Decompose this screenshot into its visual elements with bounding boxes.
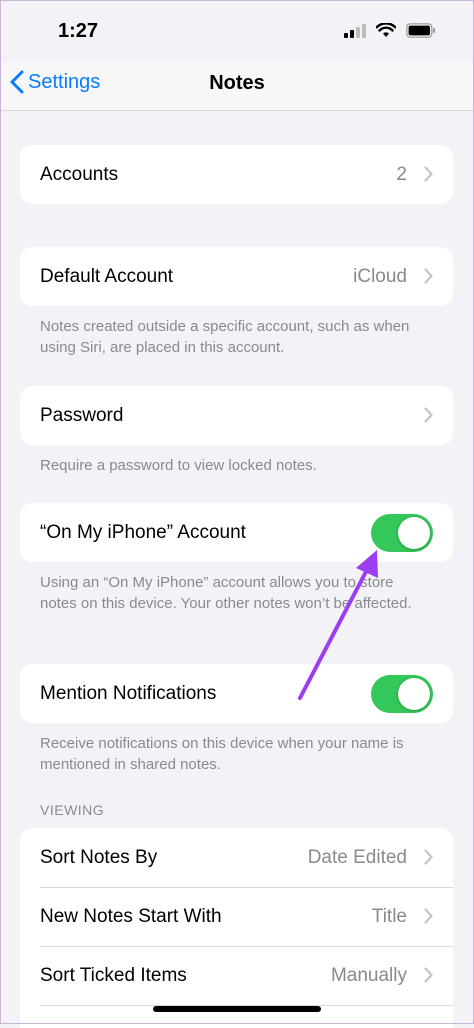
sort-ticked-items-label: Sort Ticked Items <box>40 964 187 986</box>
mention-notifications-label: Mention Notifications <box>40 682 217 704</box>
password-label: Password <box>40 404 124 426</box>
signal-icon <box>344 23 366 38</box>
password-card: Password <box>20 386 453 445</box>
accounts-row[interactable]: Accounts 2 <box>20 145 453 204</box>
section-header-viewing: VIEWING <box>40 802 105 818</box>
toggle-knob <box>398 678 430 710</box>
accounts-label: Accounts <box>40 163 119 185</box>
new-notes-start-with-label: New Notes Start With <box>40 905 222 927</box>
page-title: Notes <box>209 72 265 94</box>
default-account-label: Default Account <box>40 265 174 287</box>
default-account-value: iCloud <box>353 265 407 287</box>
new-notes-start-with-value: Title <box>371 905 407 927</box>
home-indicator <box>153 1006 321 1012</box>
status-bar: 1:27 <box>0 0 474 62</box>
battery-icon <box>406 23 435 38</box>
on-my-iphone-label: “On My iPhone” Account <box>40 521 246 543</box>
status-time: 1:27 <box>58 20 99 42</box>
chevron-right-icon <box>424 908 433 924</box>
navigation-bar: Settings Notes <box>0 62 474 111</box>
accounts-card: Accounts 2 <box>20 145 453 204</box>
toggle-knob <box>398 517 430 549</box>
chevron-right-icon <box>424 407 433 423</box>
sort-ticked-items-row[interactable]: Sort Ticked Items Manually <box>20 946 453 1005</box>
chevron-right-icon <box>424 849 433 865</box>
sort-notes-by-row[interactable]: Sort Notes By Date Edited <box>20 828 453 887</box>
sort-notes-by-label: Sort Notes By <box>40 846 158 868</box>
sort-notes-by-value: Date Edited <box>307 846 407 868</box>
password-footer: Require a password to view locked notes. <box>40 457 317 474</box>
sort-ticked-items-value: Manually <box>330 964 407 986</box>
accounts-count: 2 <box>396 163 407 185</box>
password-row[interactable]: Password <box>20 386 453 445</box>
chevron-right-icon <box>424 166 433 182</box>
chevron-right-icon <box>424 967 433 983</box>
default-account-card: Default Account iCloud <box>20 247 453 306</box>
annotation-arrow-icon <box>298 550 378 700</box>
new-notes-start-with-row[interactable]: New Notes Start With Title <box>20 887 453 946</box>
default-account-row[interactable]: Default Account iCloud <box>20 247 453 306</box>
mention-notifications-footer: Receive notifications on this device whe… <box>40 735 404 773</box>
viewing-card: Sort Notes By Date Edited New Notes Star… <box>20 828 453 1028</box>
chevron-right-icon <box>424 268 433 284</box>
wifi-icon <box>376 23 396 37</box>
default-account-footer: Notes created outside a specific account… <box>40 318 410 356</box>
status-icons <box>344 23 436 38</box>
